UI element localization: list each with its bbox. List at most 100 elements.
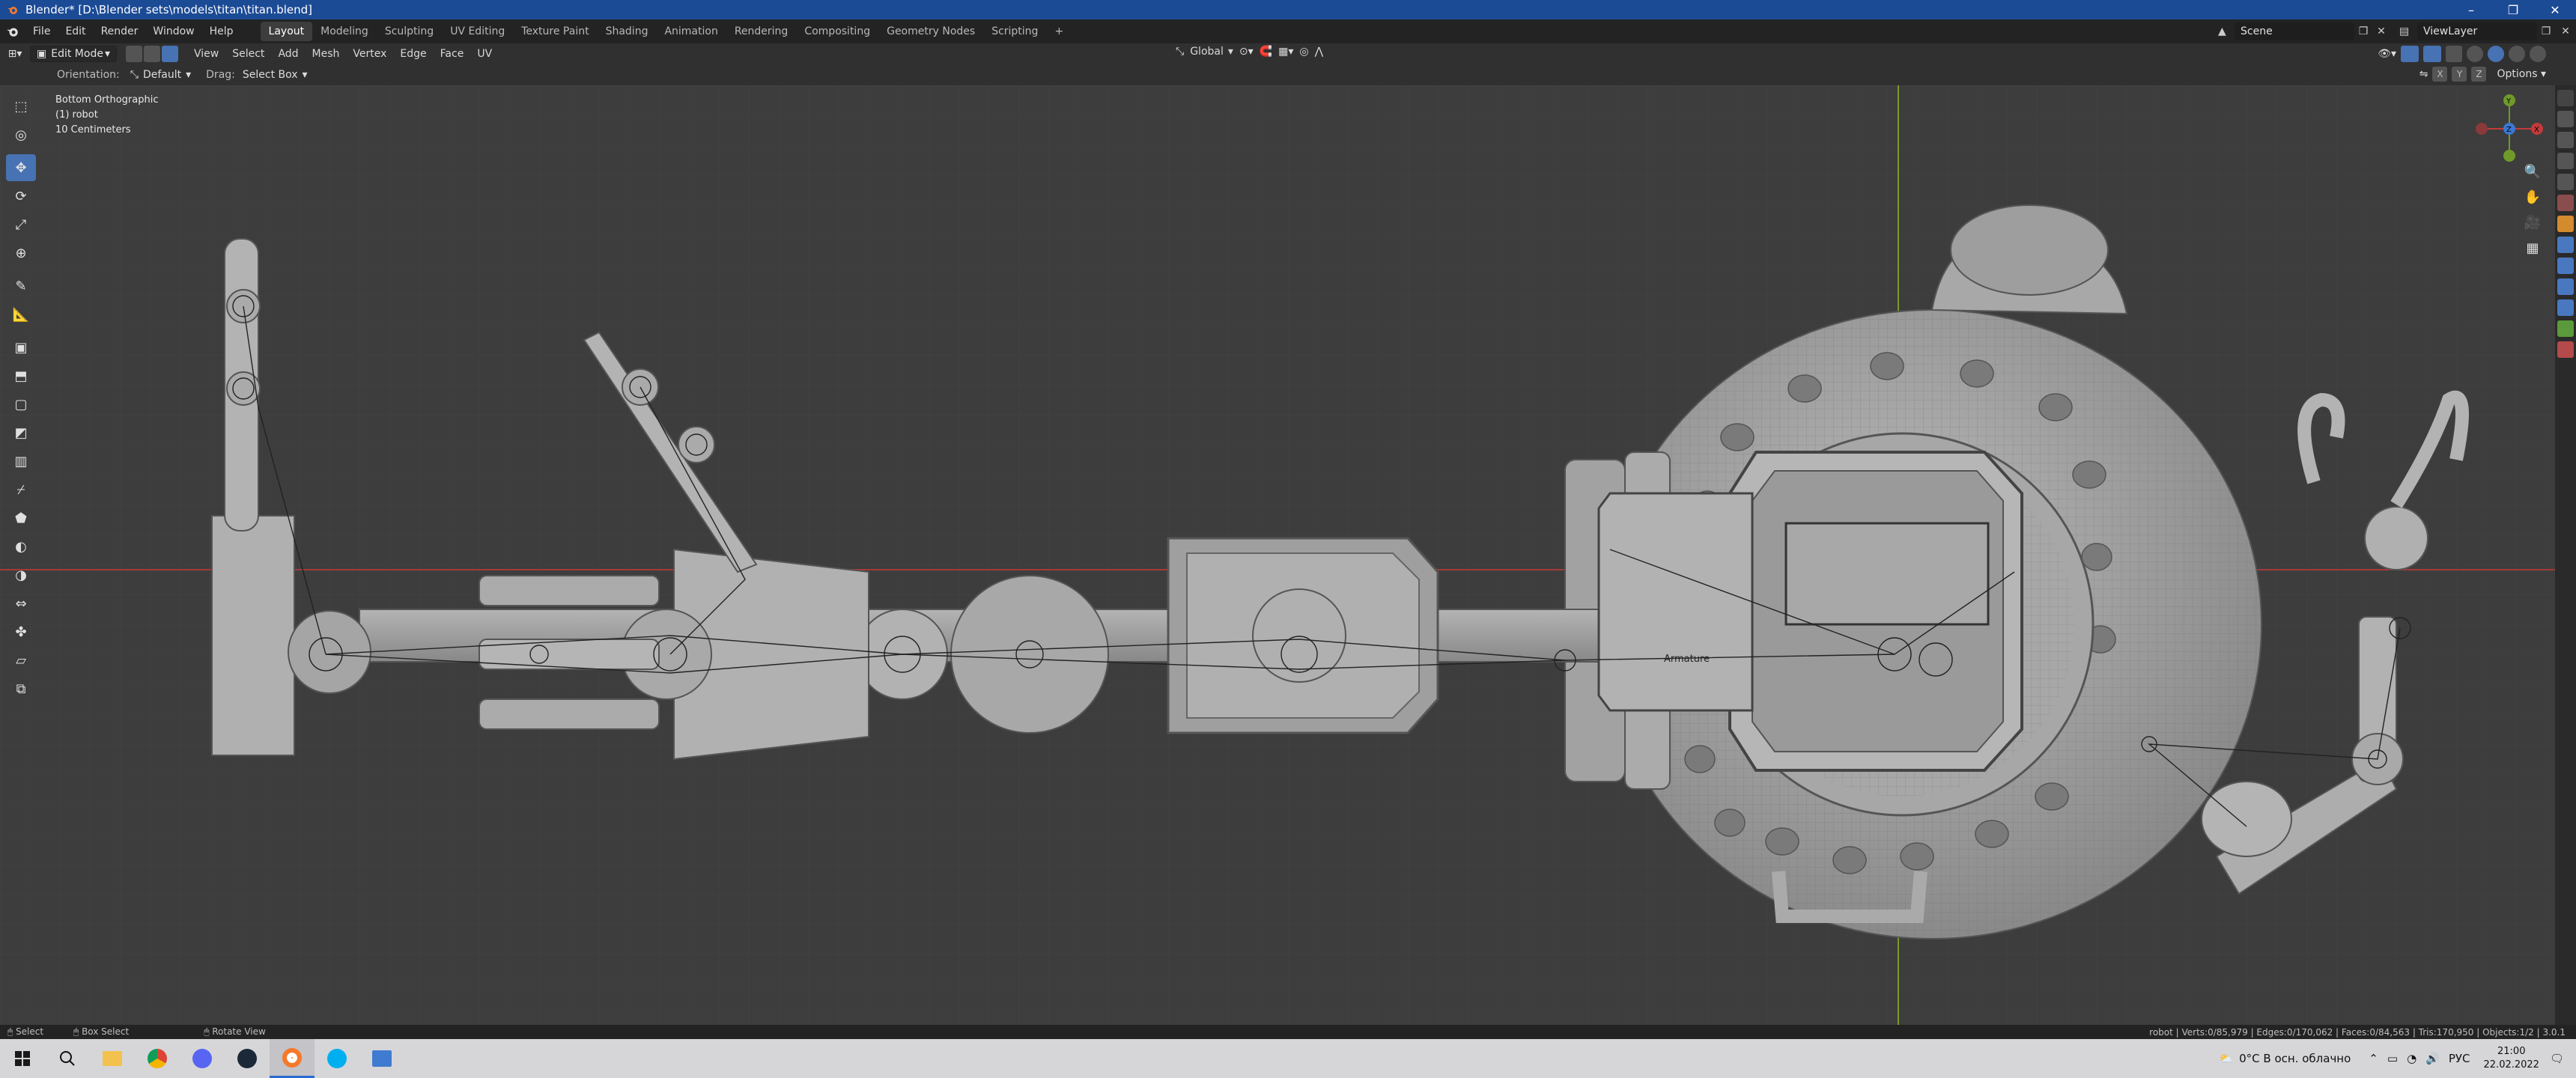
new-scene-icon[interactable]: ❐ — [2354, 25, 2372, 37]
tab-texture-paint[interactable]: Texture Paint — [513, 22, 597, 41]
tab-geometry-nodes[interactable]: Geometry Nodes — [878, 22, 983, 41]
rip-region-tool-icon[interactable]: ⧉ — [6, 675, 36, 702]
language-indicator[interactable]: РУС — [2449, 1052, 2470, 1065]
shading-material-icon[interactable] — [2509, 46, 2525, 62]
weather-icon[interactable]: ⛅ — [2219, 1052, 2233, 1065]
extrude-tool-icon[interactable]: ⬒ — [6, 362, 36, 389]
mirror-z-toggle[interactable]: Z — [2471, 67, 2487, 82]
object-types-visibility-icon[interactable]: 👁▾ — [2378, 48, 2396, 60]
transform-tool-icon[interactable]: ⊕ — [6, 240, 36, 267]
mirror-icon[interactable]: ⇋ — [2419, 68, 2428, 80]
add-cube-tool-icon[interactable]: ▣ — [6, 334, 36, 361]
shading-wireframe-icon[interactable] — [2467, 46, 2483, 62]
menu-edge[interactable]: Edge — [393, 43, 433, 64]
menu-face[interactable]: Face — [434, 43, 471, 64]
shear-tool-icon[interactable]: ▱ — [6, 647, 36, 674]
menu-uv[interactable]: UV — [470, 43, 499, 64]
snap-icon[interactable]: 🧲 — [1260, 46, 1272, 58]
pivot-point-icon[interactable]: ⊙▾ — [1239, 46, 1254, 58]
navigation-gizmo[interactable]: X Y Z — [2468, 91, 2551, 166]
menu-select[interactable]: Select — [225, 43, 271, 64]
clock[interactable]: 21:00 22.02.2022 — [2484, 1045, 2539, 1072]
particles-props-icon[interactable] — [2557, 258, 2574, 274]
tab-modeling[interactable]: Modeling — [312, 22, 377, 41]
cursor-tool-icon[interactable]: ◎ — [6, 121, 36, 148]
scene-selector[interactable]: Scene — [2235, 22, 2354, 40]
edge-select-button[interactable] — [144, 46, 160, 62]
blender-taskbar-icon[interactable] — [270, 1039, 315, 1078]
notifications-icon[interactable]: 🗨 — [2550, 1052, 2564, 1065]
3d-viewport[interactable]: Armature Bottom Orthographic (1) robot 1… — [0, 85, 2576, 1025]
view-layer-selector[interactable]: ViewLayer — [2417, 22, 2537, 40]
delete-scene-icon[interactable]: ✕ — [2372, 25, 2390, 37]
image-viewer-icon[interactable] — [359, 1039, 404, 1078]
add-workspace-button[interactable]: + — [1046, 22, 1072, 41]
world-props-icon[interactable] — [2557, 195, 2574, 211]
tab-uv-editing[interactable]: UV Editing — [442, 22, 513, 41]
object-props-icon[interactable] — [2557, 216, 2574, 232]
render-props-icon[interactable] — [2557, 111, 2574, 127]
search-icon[interactable] — [45, 1039, 90, 1078]
mirror-x-toggle[interactable]: X — [2432, 67, 2448, 82]
options-dropdown[interactable]: Options ▾ — [2497, 68, 2546, 80]
knife-tool-icon[interactable]: ⌿ — [6, 476, 36, 503]
tab-shading[interactable]: Shading — [598, 22, 657, 41]
tab-scripting[interactable]: Scripting — [983, 22, 1046, 41]
viewport-gizmos-icon[interactable] — [2401, 46, 2419, 62]
shading-solid-icon[interactable] — [2488, 46, 2504, 62]
view-layer-props-icon[interactable] — [2557, 153, 2574, 169]
transform-orientation-dropdown[interactable]: Global ▾ — [1190, 46, 1233, 58]
xray-toggle-icon[interactable] — [2446, 46, 2462, 62]
tab-animation[interactable]: Animation — [656, 22, 726, 41]
menu-file[interactable]: File — [25, 19, 58, 43]
tray-overflow-icon[interactable]: ⌃ — [2369, 1052, 2378, 1065]
drag-dropdown[interactable]: Select Box ▾ — [243, 69, 308, 81]
skype-icon[interactable] — [315, 1039, 359, 1078]
poly-build-tool-icon[interactable]: ⬟ — [6, 505, 36, 532]
scene-props-icon[interactable] — [2557, 174, 2574, 190]
annotate-tool-icon[interactable]: ✎ — [6, 272, 36, 299]
spin-tool-icon[interactable]: ◐ — [6, 533, 36, 560]
measure-tool-icon[interactable]: 📐 — [6, 301, 36, 328]
vertex-select-button[interactable] — [126, 46, 142, 62]
volume-icon[interactable]: 🔊 — [2425, 1052, 2440, 1065]
mirror-y-toggle[interactable]: Y — [2452, 67, 2467, 82]
select-box-tool-icon[interactable]: ⬚ — [6, 93, 36, 120]
physics-props-icon[interactable] — [2557, 278, 2574, 295]
material-props-icon[interactable] — [2557, 341, 2574, 358]
loop-cut-tool-icon[interactable]: ▥ — [6, 448, 36, 475]
new-view-layer-icon[interactable]: ❐ — [2537, 25, 2555, 37]
smooth-tool-icon[interactable]: ◑ — [6, 561, 36, 588]
file-explorer-icon[interactable] — [90, 1039, 135, 1078]
rotate-tool-icon[interactable]: ⟳ — [6, 183, 36, 210]
editor-type-icon[interactable]: ⊞▾ — [0, 48, 30, 60]
ortho-toggle-icon[interactable]: ▦ — [2522, 237, 2543, 258]
orientation-dropdown[interactable]: ⤡ Default ▾ — [130, 69, 191, 81]
close-button[interactable]: ✕ — [2534, 0, 2576, 19]
chrome-icon[interactable] — [135, 1039, 180, 1078]
zoom-icon[interactable]: 🔍 — [2522, 161, 2543, 182]
output-props-icon[interactable] — [2557, 132, 2574, 148]
start-windows-icon[interactable] — [0, 1039, 45, 1078]
network-icon[interactable]: ▭ — [2387, 1052, 2398, 1065]
bevel-tool-icon[interactable]: ◩ — [6, 419, 36, 446]
gizmo-y-negative[interactable] — [2503, 150, 2515, 162]
tab-rendering[interactable]: Rendering — [726, 22, 797, 41]
inset-tool-icon[interactable]: ▢ — [6, 391, 36, 418]
tab-sculpting[interactable]: Sculpting — [377, 22, 442, 41]
menu-vertex[interactable]: Vertex — [346, 43, 393, 64]
tab-compositing[interactable]: Compositing — [796, 22, 878, 41]
snap-grid-icon[interactable]: ▦▾ — [1278, 46, 1293, 58]
steam-icon[interactable] — [225, 1039, 270, 1078]
menu-edit[interactable]: Edit — [58, 19, 93, 43]
weather-text[interactable]: 0°C В осн. облачно — [2239, 1052, 2351, 1065]
menu-render[interactable]: Render — [94, 19, 146, 43]
minimize-button[interactable]: – — [2450, 0, 2492, 19]
menu-mesh[interactable]: Mesh — [306, 43, 347, 64]
maximize-button[interactable]: ❐ — [2492, 0, 2534, 19]
mode-selector[interactable]: ▣ Edit Mode ▾ — [30, 46, 117, 62]
modifier-props-icon[interactable] — [2557, 237, 2574, 253]
tab-layout[interactable]: Layout — [260, 22, 313, 41]
pan-hand-icon[interactable]: ✋ — [2522, 186, 2543, 207]
discord-icon[interactable] — [180, 1039, 225, 1078]
